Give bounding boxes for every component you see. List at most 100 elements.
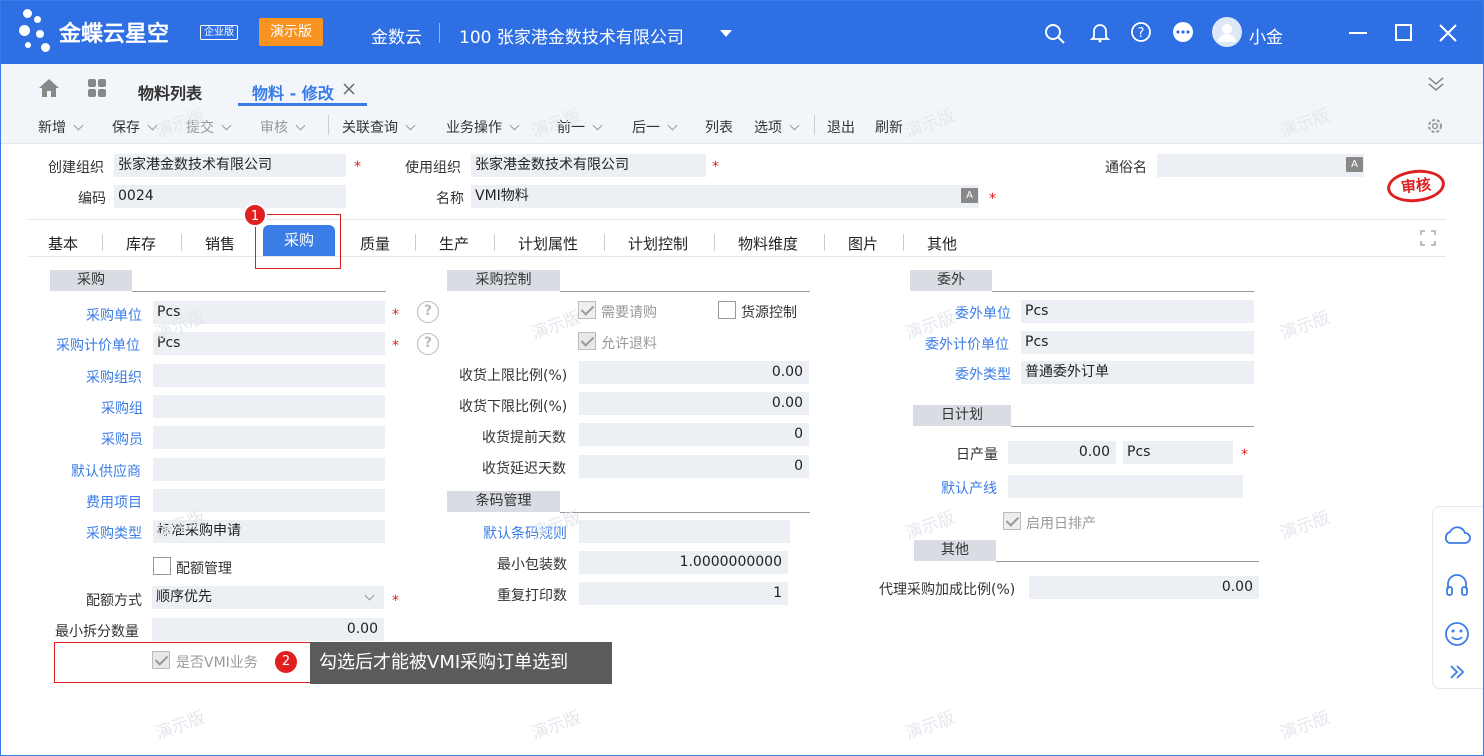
prev-button[interactable]: 前一 [557,117,603,137]
help-icon[interactable]: ? [1130,21,1152,43]
help-icon[interactable]: ? [417,333,439,355]
help-icon[interactable]: ? [417,301,439,323]
buyer-label[interactable]: 采购员 [101,429,143,449]
options-button[interactable]: 选项 [754,117,800,137]
tab-material-edit[interactable]: 物料 - 修改 [252,80,334,104]
bell-icon[interactable] [1089,21,1111,43]
tab-plan-control[interactable]: 计划控制 [628,233,688,254]
alias-field[interactable] [1157,154,1364,177]
multilang-icon[interactable]: A [961,188,978,203]
barcode-rule-field[interactable] [579,520,790,543]
agent-rate-field[interactable]: 0.00 [1029,576,1259,599]
tab-close-icon[interactable] [343,83,355,95]
cloud-icon[interactable] [1441,521,1473,553]
close-icon[interactable] [1438,23,1458,43]
expense-item-field[interactable] [153,489,385,512]
more-icon[interactable] [1172,21,1194,43]
exit-button[interactable]: 退出 [827,117,855,137]
default-line-field[interactable] [1008,475,1243,498]
recv-ahead-field[interactable]: 0 [579,423,809,446]
expand-right-icon[interactable] [1441,656,1473,688]
recv-delay-field[interactable]: 0 [579,455,809,478]
outsource-type-field[interactable]: 普通委外订单 [1021,361,1254,384]
tab-material-list[interactable]: 物料列表 [138,80,202,104]
allow-return-checkbox[interactable] [578,332,596,350]
tab-plan-attr[interactable]: 计划属性 [518,233,578,254]
audit-button[interactable]: 审核 [260,117,306,137]
outsource-unit-label[interactable]: 委外单位 [955,303,1011,323]
need-req-checkbox[interactable] [578,301,596,319]
tab-quality[interactable]: 质量 [360,233,390,254]
expense-item-label[interactable]: 费用项目 [86,492,142,512]
purchase-type-label[interactable]: 采购类型 [86,523,142,543]
purchase-price-unit-label[interactable]: 采购计价单位 [56,335,140,355]
outsource-price-unit-label[interactable]: 委外计价单位 [925,334,1009,354]
min-split-field[interactable]: 0.00 [152,618,384,641]
purchase-group-field[interactable] [153,395,385,418]
expand-icon[interactable] [1420,230,1436,246]
smile-icon[interactable] [1441,618,1473,650]
code-field[interactable]: 0024 [114,185,346,208]
tab-material-dim[interactable]: 物料维度 [738,233,798,254]
purchase-price-unit-field[interactable]: Pcs [153,332,385,355]
name-field[interactable]: VMI物料 [471,185,979,208]
minimize-icon[interactable] [1349,32,1367,34]
outsource-price-unit-field[interactable]: Pcs [1021,331,1254,354]
company-dropdown-icon[interactable] [720,30,732,37]
avatar[interactable] [1212,17,1242,47]
related-query-button[interactable]: 关联查询 [342,117,416,137]
save-button[interactable]: 保存 [112,117,158,137]
user-name[interactable]: 小金 [1249,23,1283,48]
list-button[interactable]: 列表 [705,117,733,137]
purchase-type-field[interactable]: 标准采购申请 [153,520,385,543]
default-supplier-label[interactable]: 默认供应商 [71,461,141,481]
quota-mode-select[interactable]: 顺序优先 [152,586,384,609]
tab-inventory[interactable]: 库存 [126,233,156,254]
refresh-button[interactable]: 刷新 [875,117,903,137]
tab-image[interactable]: 图片 [848,233,878,254]
home-icon[interactable] [38,78,60,98]
default-line-label[interactable]: 默认产线 [941,478,997,498]
tab-other[interactable]: 其他 [927,233,957,254]
section-line [132,291,386,292]
settings-gear-icon[interactable] [1425,116,1445,136]
headset-icon[interactable] [1441,569,1473,601]
product-name[interactable]: 金数云 [371,23,422,48]
outsource-type-label[interactable]: 委外类型 [955,364,1011,384]
reprint-field[interactable]: 1 [579,582,788,605]
purchase-org-label[interactable]: 采购组织 [86,367,142,387]
next-button[interactable]: 后一 [632,117,678,137]
new-button[interactable]: 新增 [38,117,84,137]
apps-grid-icon[interactable] [87,78,107,98]
search-icon[interactable] [1044,23,1066,45]
purchase-group-label[interactable]: 采购组 [101,398,143,418]
buyer-field[interactable] [153,426,385,449]
company-selector[interactable]: 100 张家港金数技术有限公司 [459,23,684,48]
barcode-rule-label[interactable]: 默认条码规则 [483,523,567,543]
section-line [992,291,1254,292]
submit-button[interactable]: 提交 [186,117,232,137]
outsource-unit-field[interactable]: Pcs [1021,300,1254,323]
default-supplier-field[interactable] [153,458,385,481]
daily-output-unit-field[interactable]: Pcs [1123,441,1233,464]
tab-basic[interactable]: 基本 [48,233,78,254]
maximize-icon[interactable] [1395,24,1412,41]
recv-lower-field[interactable]: 0.00 [579,392,809,415]
purchase-unit-label[interactable]: 采购单位 [86,305,142,325]
enable-daily-checkbox[interactable] [1003,512,1021,530]
daily-output-field[interactable]: 0.00 [1008,441,1116,464]
business-ops-button[interactable]: 业务操作 [446,117,520,137]
source-ctrl-checkbox[interactable] [718,301,736,319]
tab-sales[interactable]: 销售 [205,233,235,254]
annotation-tooltip: 勾选后才能被VMI采购订单选到 [310,642,612,684]
recv-upper-field[interactable]: 0.00 [579,361,809,384]
use-org-field[interactable]: 张家港金数技术有限公司 [471,154,706,177]
purchase-unit-field[interactable]: Pcs [153,301,385,324]
tab-production[interactable]: 生产 [439,233,469,254]
quota-mgmt-checkbox[interactable] [153,557,171,575]
purchase-org-field[interactable] [153,364,385,387]
create-org-field[interactable]: 张家港金数技术有限公司 [114,154,346,177]
multilang-icon[interactable]: A [1346,157,1363,172]
min-pack-field[interactable]: 1.0000000000 [579,551,788,574]
collapse-icon[interactable] [1427,75,1445,93]
